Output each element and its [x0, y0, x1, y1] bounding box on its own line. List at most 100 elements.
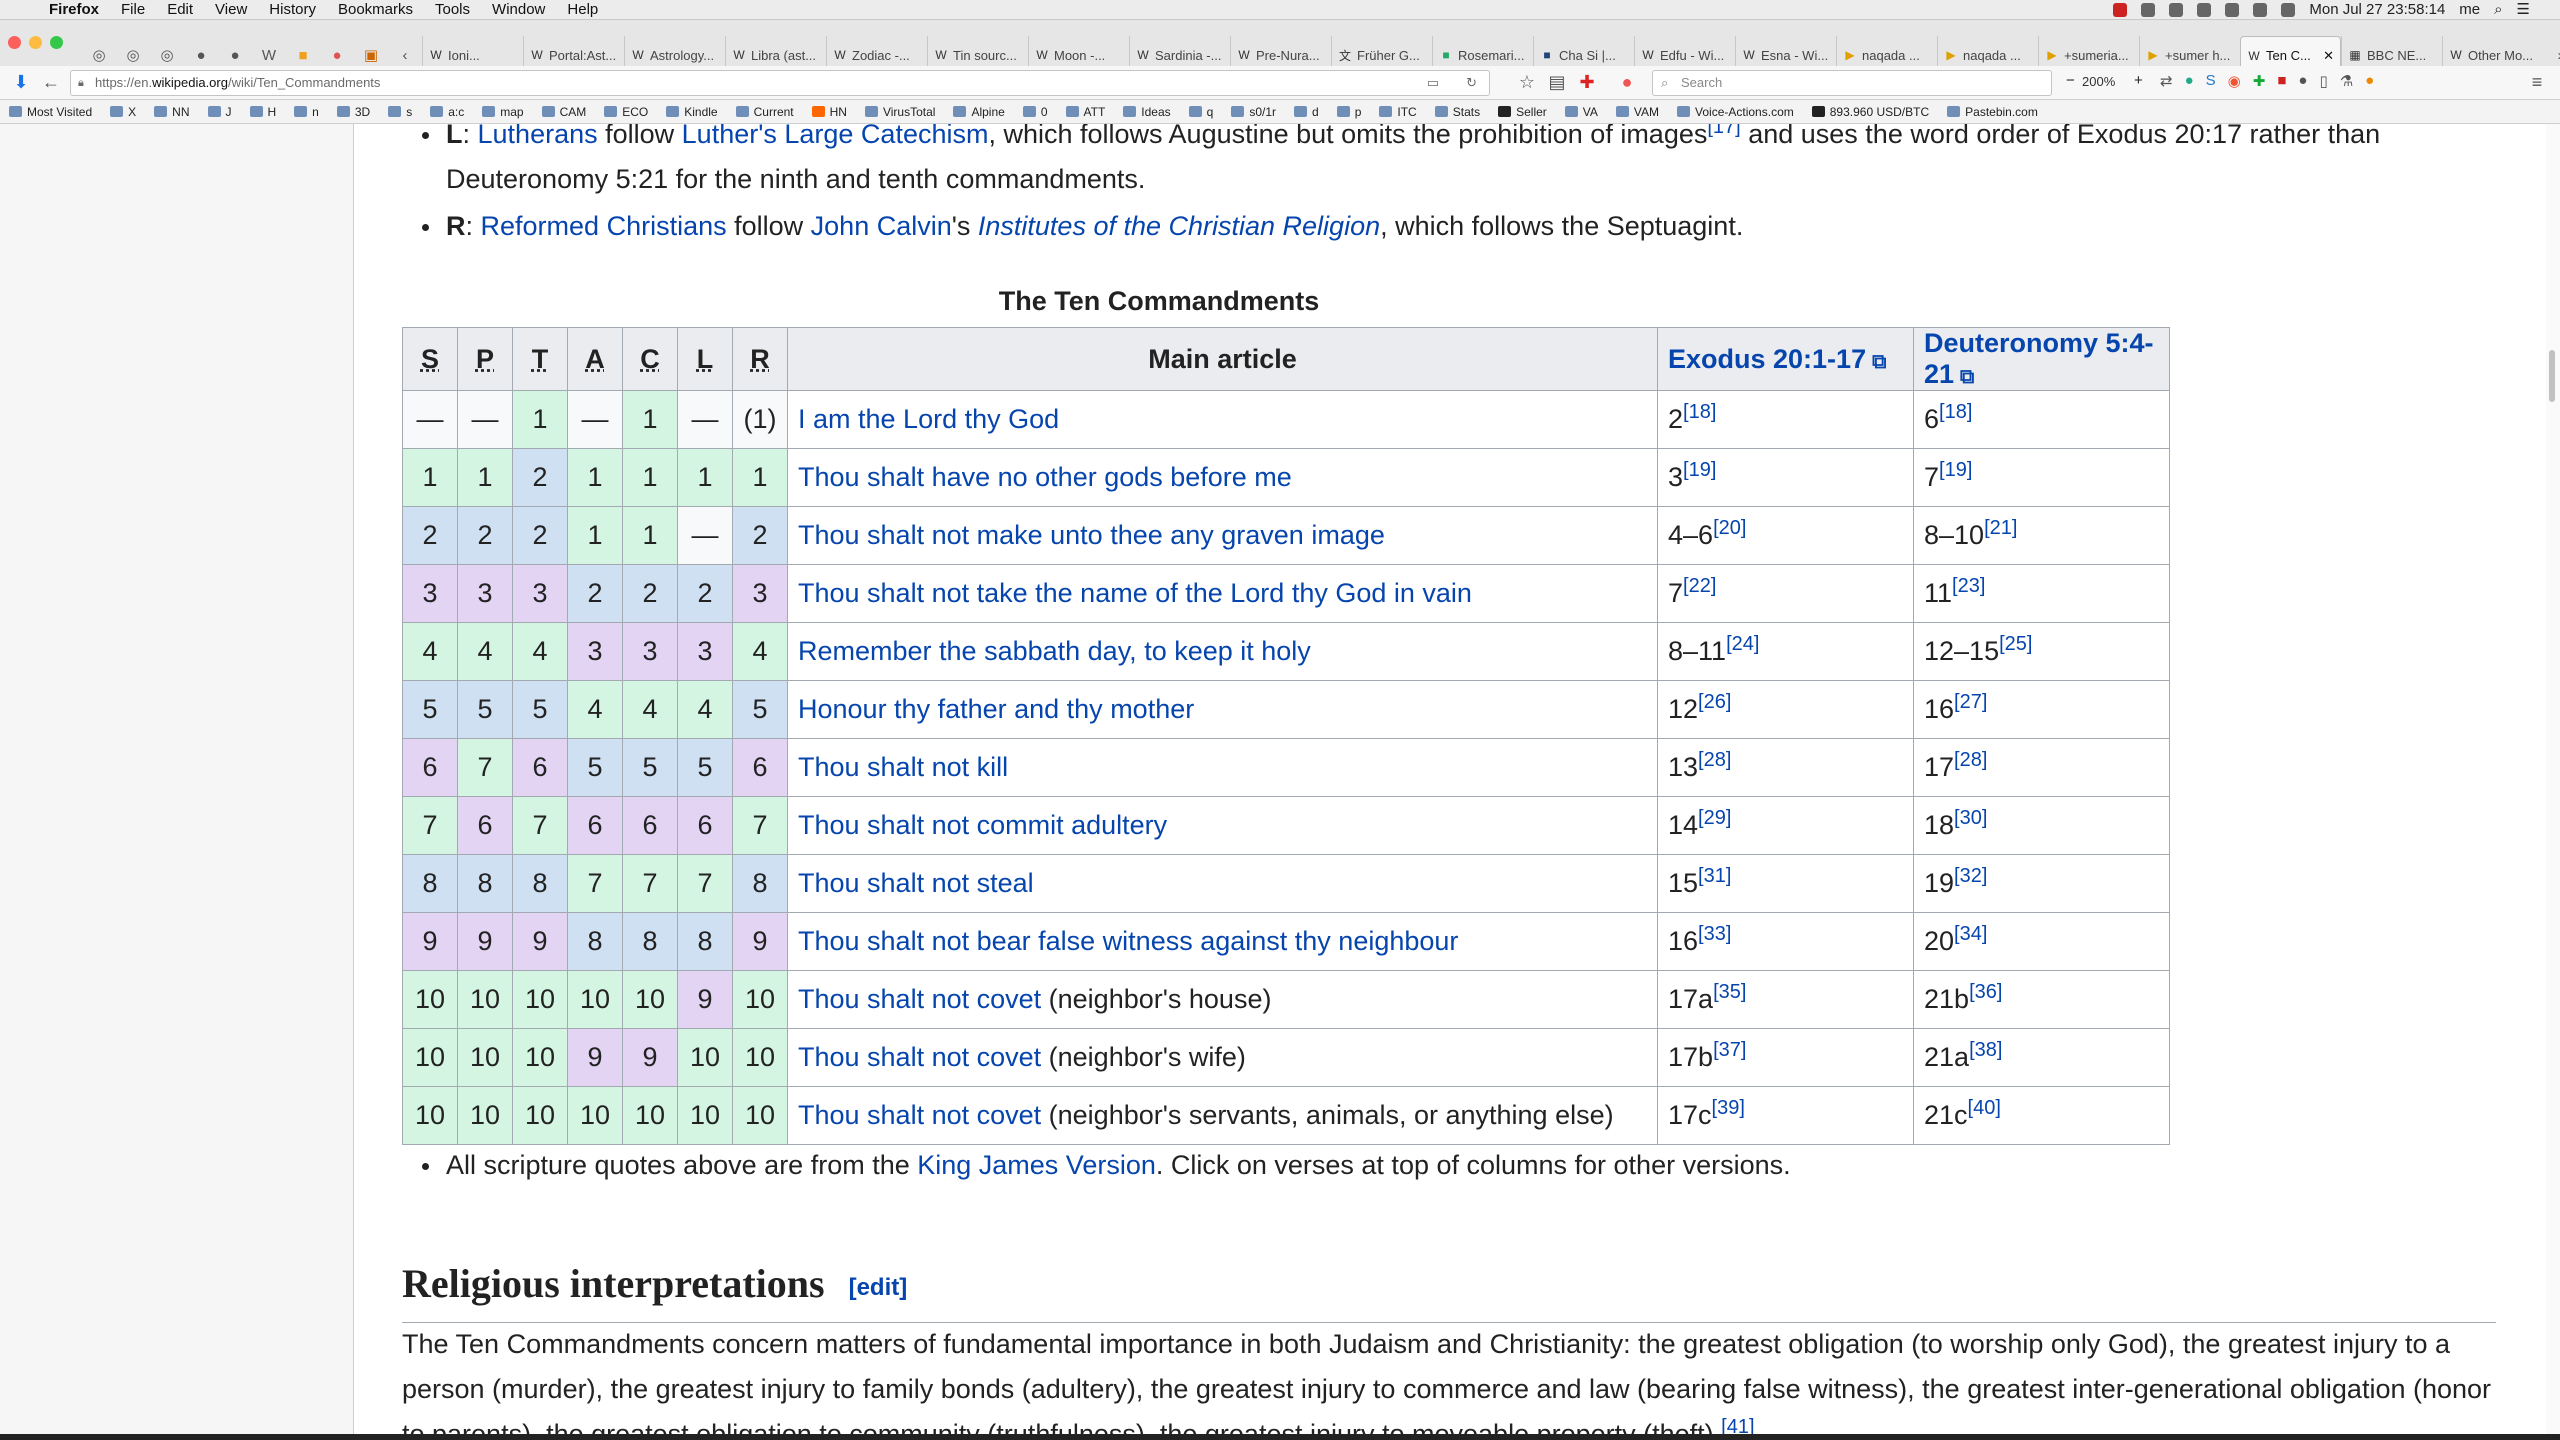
citation-link[interactable]: [37]	[1713, 1039, 1746, 1061]
bookmark-item[interactable]: Voice-Actions.com	[1668, 105, 1803, 119]
bookmark-item[interactable]: HN	[803, 105, 856, 119]
bookmark-item[interactable]: Most Visited	[0, 105, 101, 119]
citation-link[interactable]: [21]	[1984, 517, 2017, 539]
extension-icon[interactable]: ■	[2277, 72, 2286, 90]
bookmark-item[interactable]: VA	[1556, 105, 1607, 119]
citation-link[interactable]: [22]	[1683, 575, 1716, 597]
link-john-calvin[interactable]: John Calvin	[811, 211, 952, 241]
extension-icon[interactable]: ▯	[2319, 72, 2327, 90]
citation-link[interactable]: [26]	[1698, 691, 1731, 713]
commandment-link[interactable]: Thou shalt not covet	[798, 1100, 1041, 1130]
edit-section-link[interactable]: [edit]	[849, 1274, 908, 1301]
commandment-link[interactable]: Thou shalt not kill	[798, 752, 1008, 782]
reader-view-icon[interactable]: ▭	[1427, 71, 1439, 95]
menubar-clock[interactable]: Mon Jul 27 23:58:14	[2309, 0, 2445, 20]
bookmark-item[interactable]: H	[241, 105, 286, 119]
bookmark-item[interactable]: n	[285, 105, 328, 119]
menu-bookmarks[interactable]: Bookmarks	[327, 0, 424, 20]
bookmark-star-button[interactable]: ☆	[1512, 70, 1542, 96]
extension-icon[interactable]: ✚	[2253, 72, 2266, 90]
flag-icon[interactable]	[2113, 2, 2128, 17]
reading-list-button[interactable]: ▤	[1542, 70, 1572, 96]
downloads-button[interactable]: ⬇	[6, 70, 36, 96]
extension-icon[interactable]: ●	[2185, 72, 2194, 90]
bookmark-item[interactable]: Alpine	[944, 105, 1013, 119]
citation-link[interactable]: [35]	[1713, 981, 1746, 1003]
bookmark-item[interactable]: p	[1328, 105, 1371, 119]
commandment-link[interactable]: Honour thy father and thy mother	[798, 694, 1194, 724]
column-header-exodus[interactable]: Exodus 20:1-17 ⧉	[1657, 327, 1914, 391]
column-header-a[interactable]: A	[567, 327, 623, 391]
commandment-link[interactable]: Thou shalt not make unto thee any graven…	[798, 520, 1385, 550]
column-header-c[interactable]: C	[622, 327, 678, 391]
sync-icon[interactable]	[2169, 2, 2184, 17]
url-bar[interactable]: 🔒︎ https://en.wikipedia.org/wiki/Ten_Com…	[70, 70, 1490, 96]
bookmark-item[interactable]: 0	[1014, 105, 1057, 119]
scrollbar-thumb[interactable]	[2549, 350, 2555, 402]
bookmark-item[interactable]: q	[1180, 105, 1223, 119]
extension-icon[interactable]: ●	[2365, 72, 2374, 90]
citation-link[interactable]: [20]	[1713, 517, 1746, 539]
time-machine-icon[interactable]	[2225, 2, 2240, 17]
bookmark-item[interactable]: J	[199, 105, 241, 119]
column-header-r[interactable]: R	[732, 327, 788, 391]
column-header-t[interactable]: T	[512, 327, 568, 391]
citation-link[interactable]: [38]	[1969, 1039, 2002, 1061]
bookmark-item[interactable]: a:c	[421, 105, 473, 119]
bookmark-item[interactable]: VAM	[1607, 105, 1668, 119]
citation-link[interactable]: [28]	[1698, 749, 1731, 771]
citation-link[interactable]: [18]	[1939, 401, 1972, 423]
battery-icon[interactable]	[2197, 2, 2212, 17]
bookmark-item[interactable]: ECO	[595, 105, 657, 119]
commandment-link[interactable]: Remember the sabbath day, to keep it hol…	[798, 636, 1311, 666]
bookmark-item[interactable]: Kindle	[657, 105, 726, 119]
citation-link[interactable]: [23]	[1952, 575, 1985, 597]
close-window-button[interactable]	[8, 36, 21, 49]
link-deuteronomy[interactable]: Deuteronomy 5:4-21	[1924, 328, 2154, 389]
menu-tools[interactable]: Tools	[424, 0, 481, 20]
bookmark-item[interactable]: map	[473, 105, 532, 119]
minimize-window-button[interactable]	[29, 36, 42, 49]
back-button[interactable]: ←	[36, 70, 66, 96]
menu-history[interactable]: History	[258, 0, 327, 20]
link-institutes[interactable]: Institutes of the Christian Religion	[978, 211, 1380, 241]
bookmark-item[interactable]: Pastebin.com	[1938, 105, 2047, 119]
bookmark-item[interactable]: NN	[145, 105, 198, 119]
menubar-user[interactable]: me	[2459, 0, 2480, 20]
zoom-window-button[interactable]	[50, 36, 63, 49]
citation-link[interactable]: [27]	[1954, 691, 1987, 713]
commandment-link[interactable]: Thou shalt not take the name of the Lord…	[798, 578, 1472, 608]
extension-button-2[interactable]: ●	[1612, 70, 1642, 96]
bookmark-item[interactable]: Seller	[1489, 105, 1556, 119]
commandment-link[interactable]: I am the Lord thy God	[798, 404, 1059, 434]
column-header-s[interactable]: S	[402, 327, 458, 391]
link-exodus[interactable]: Exodus 20:1-17	[1668, 344, 1866, 374]
citation-link[interactable]: [39]	[1712, 1097, 1745, 1119]
zoom-out-button[interactable]: −	[2066, 72, 2075, 89]
commandment-link[interactable]: Thou shalt not commit adultery	[798, 810, 1167, 840]
menu-view[interactable]: View	[204, 0, 258, 20]
column-header-deuteronomy[interactable]: Deuteronomy 5:4-21 ⧉	[1913, 327, 2170, 391]
link-king-james-version[interactable]: King James Version	[917, 1150, 1156, 1180]
citation-link[interactable]: [34]	[1954, 923, 1987, 945]
bookmark-item[interactable]: Ideas	[1114, 105, 1179, 119]
menu-window[interactable]: Window	[481, 0, 556, 20]
citation-link[interactable]: [19]	[1683, 459, 1716, 481]
column-header-l[interactable]: L	[677, 327, 733, 391]
bookmark-item[interactable]: s	[379, 105, 421, 119]
commandment-link[interactable]: Thou shalt not covet	[798, 1042, 1041, 1072]
extension-icon[interactable]: S	[2206, 72, 2216, 90]
citation-link[interactable]: [40]	[1968, 1097, 2001, 1119]
citation-link[interactable]: [17]	[1707, 124, 1740, 138]
bookmark-item[interactable]: s0/1r	[1222, 105, 1285, 119]
notification-center-icon[interactable]: ☰	[2517, 0, 2530, 20]
commandment-link[interactable]: Thou shalt not covet	[798, 984, 1041, 1014]
extension-icon[interactable]: ⚗	[2340, 72, 2353, 90]
citation-link[interactable]: [18]	[1683, 401, 1716, 423]
commandment-link[interactable]: Thou shalt have no other gods before me	[798, 462, 1292, 492]
extension-icon[interactable]: ◉	[2228, 72, 2241, 90]
close-tab-icon[interactable]: ✕	[2323, 48, 2334, 64]
link-luthers-large-catechism[interactable]: Luther's Large Catechism	[682, 124, 989, 149]
scrollbar-track[interactable]	[2546, 124, 2560, 1440]
bookmark-item[interactable]: Stats	[1426, 105, 1489, 119]
